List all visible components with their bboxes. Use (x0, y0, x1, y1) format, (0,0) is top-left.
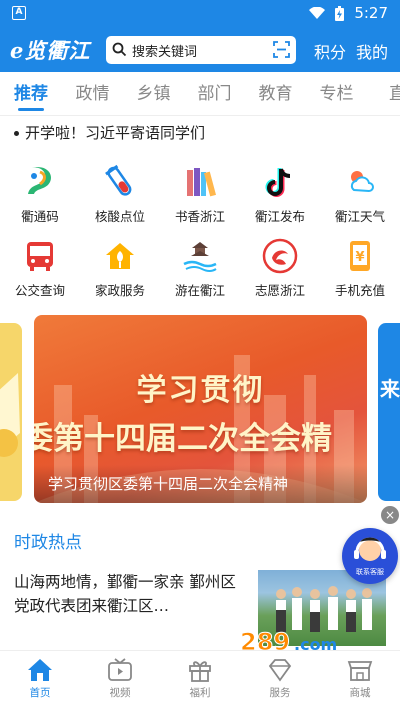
svg-text:¥: ¥ (355, 250, 364, 265)
tab-departments[interactable]: 部门 (184, 72, 245, 115)
tab-towns[interactable]: 乡镇 (123, 72, 184, 115)
nav-services[interactable]: 服务 (240, 651, 320, 710)
service-grid: 衢通码 核酸点位 书香浙江 衢江发布 衢江天气 公交查询 家政服务 游在衢江 志… (0, 160, 400, 308)
category-tabs: 推荐 政情 乡镇 部门 教育 专栏 直 (0, 72, 400, 116)
banner-headline: 学习贯彻 (136, 373, 265, 408)
banner-next-peek[interactable]: 来 (378, 323, 400, 501)
tiktok-icon (265, 168, 291, 197)
search-placeholder: 搜索关键词 (132, 45, 198, 60)
nav-welfare[interactable]: 福利 (160, 651, 240, 710)
service-label: 志愿浙江 (254, 283, 305, 298)
scan-icon[interactable] (273, 41, 290, 58)
mine-link[interactable]: 我的 (356, 39, 388, 63)
service-label: 家政服务 (94, 283, 145, 298)
nav-label: 首页 (29, 687, 51, 699)
service-books[interactable]: 书香浙江 (160, 160, 240, 234)
tab-columns[interactable]: 专栏 (306, 72, 367, 115)
service-label: 手机充值 (334, 283, 385, 298)
banner-prev-peek[interactable] (0, 323, 22, 501)
service-label: 衢江天气 (334, 209, 385, 224)
customer-service-button[interactable]: 联系客服 (342, 528, 398, 584)
banner-carousel[interactable]: 学习贯彻 委第十四届二次全会精 学习贯彻区委第十四届二次全会精神 来 (0, 313, 400, 505)
service-label: 公交查询 (14, 283, 65, 298)
tourism-icon (183, 242, 217, 272)
housekeeping-icon (106, 243, 134, 269)
status-bar: A 5:27 (0, 0, 400, 28)
clock: 5:27 (354, 4, 388, 22)
service-label: 核酸点位 (94, 209, 145, 224)
service-nucleic-test[interactable]: 核酸点位 (80, 160, 160, 234)
customer-service-label: 联系客服 (356, 568, 384, 576)
nav-video[interactable]: 视频 (80, 651, 160, 710)
notice-text: 开学啦！习近平寄语同学们 (25, 124, 206, 142)
banner-caption: 学习贯彻区委第十四届二次全会精神 (34, 465, 367, 503)
nav-label: 福利 (189, 687, 211, 699)
news-item-title[interactable]: 山海两地情，鄞衢一家亲 鄞州区党政代表团来衢江区… (14, 570, 244, 618)
app-logo: e览衢江 (10, 38, 91, 63)
books-icon (187, 168, 217, 197)
diamond-icon (268, 659, 292, 682)
nav-label: 服务 (269, 687, 291, 699)
service-phone-recharge[interactable]: ¥ 手机充值 (320, 234, 400, 308)
service-housekeeping[interactable]: 家政服务 (80, 234, 160, 308)
tab-politics[interactable]: 政情 (62, 72, 123, 115)
headset-icon (354, 537, 386, 561)
section-title: 时政热点 (14, 533, 82, 553)
nav-label: 商城 (349, 687, 371, 699)
close-float-button[interactable]: × (381, 506, 399, 524)
qutongma-icon (28, 167, 52, 194)
search-icon (112, 42, 127, 57)
next-peek-text: 来 (380, 377, 400, 401)
test-tube-icon (105, 164, 132, 196)
service-weather[interactable]: 衢江天气 (320, 160, 400, 234)
points-link[interactable]: 积分 (314, 39, 346, 63)
service-volunteer[interactable]: 志愿浙江 (240, 234, 320, 308)
notification-a-icon: A (12, 6, 26, 20)
nav-home[interactable]: 首页 (0, 651, 80, 710)
bus-icon (27, 242, 53, 271)
bottom-nav: 首页 视频 福利 服务 商城 (0, 650, 400, 710)
service-label: 衢通码 (21, 209, 59, 224)
banner-slide[interactable]: 学习贯彻 委第十四届二次全会精 学习贯彻区委第十四届二次全会精神 (34, 315, 367, 503)
service-qutongma[interactable]: 衢通码 (0, 160, 80, 234)
service-qujiang-release[interactable]: 衢江发布 (240, 160, 320, 234)
app-header: e览衢江 搜索关键词 积分 我的 (0, 28, 400, 72)
gift-icon (189, 661, 211, 682)
bullet-dot (14, 131, 19, 136)
service-bus[interactable]: 公交查询 (0, 234, 80, 308)
tab-education[interactable]: 教育 (245, 72, 306, 115)
weather-icon (350, 171, 374, 193)
wifi-icon (309, 6, 326, 19)
nav-label: 视频 (109, 687, 131, 699)
tab-live[interactable]: 直 (367, 72, 400, 115)
phone-recharge-icon: ¥ (350, 241, 370, 271)
shop-icon (347, 661, 373, 681)
search-box[interactable]: 搜索关键词 (106, 36, 296, 64)
service-label: 游在衢江 (174, 283, 225, 298)
tv-icon (108, 658, 132, 681)
banner-subheadline: 委第十四届二次全会精 (34, 421, 332, 457)
service-tourism[interactable]: 游在衢江 (160, 234, 240, 308)
cartoon-figure-icon (0, 373, 20, 457)
battery-icon (335, 5, 345, 21)
tab-recommend[interactable]: 推荐 (0, 72, 62, 115)
service-label: 书香浙江 (174, 209, 225, 224)
home-icon (28, 659, 52, 681)
headline-notice[interactable]: 开学啦！习近平寄语同学们 (14, 122, 205, 143)
nav-mall[interactable]: 商城 (320, 651, 400, 710)
volunteer-icon (262, 238, 298, 274)
service-label: 衢江发布 (254, 209, 305, 224)
